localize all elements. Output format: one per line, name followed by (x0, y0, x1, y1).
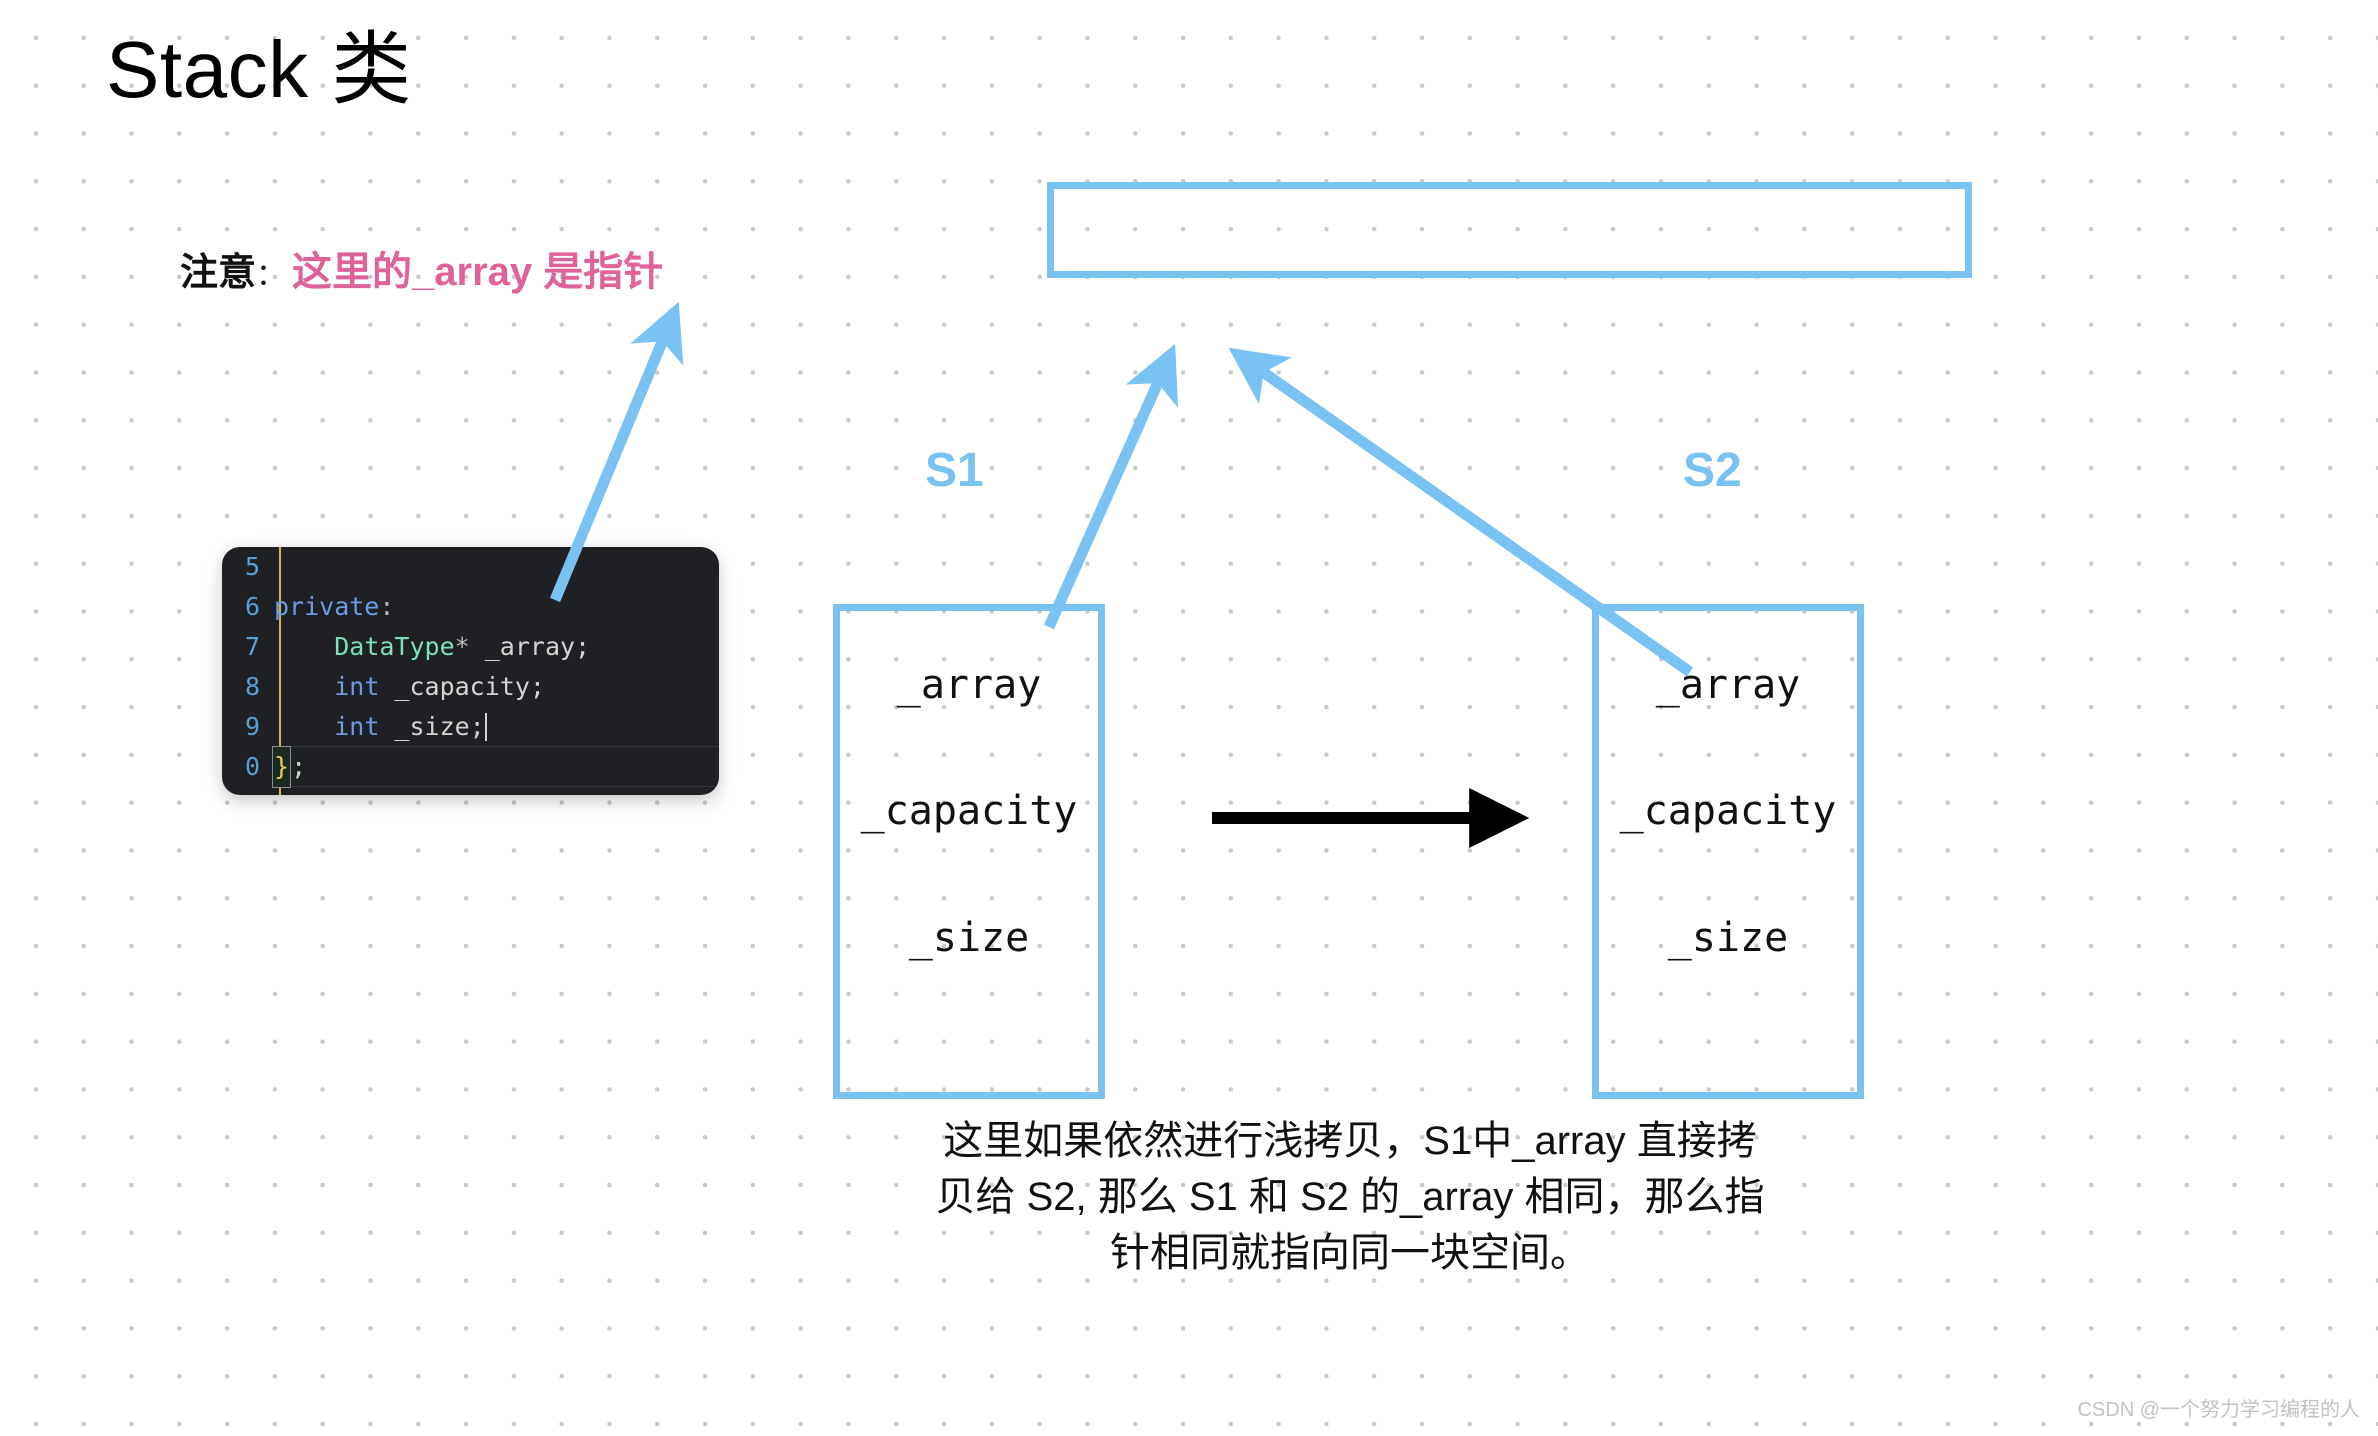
code-line-number: 7 (244, 632, 260, 661)
s2-field-capacity: _capacity (1619, 788, 1837, 834)
caption-line: 贝给 S2, 那么 S1 和 S2 的_array 相同，那么指 (935, 1175, 1765, 1219)
s1-field-array: _array (896, 662, 1042, 708)
code-line-number: 5 (244, 552, 260, 581)
code-line-number: 0 (244, 752, 260, 781)
caption-text: 这里如果依然进行浅拷贝，S1中_array 直接拷 贝给 S2, 那么 S1 和 … (845, 1113, 1855, 1281)
slide-canvas: Stack 类 注意 ： 这里的_array 是指针 5 6 private: 7 D… (0, 0, 2378, 1436)
code-line-number: 8 (244, 672, 260, 701)
watermark: CSDN @一个努力学习编程的人 (2077, 1399, 2360, 1421)
code-snippet-card: 5 6 private: 7 DataType* _array; 8 int _capa… (222, 547, 719, 795)
struct-label-s2: S2 (1683, 444, 1742, 497)
code-line-text: }; (272, 746, 306, 788)
s2-field-array: _array (1655, 662, 1801, 708)
code-line-text: int _capacity; (334, 672, 545, 701)
code-line-number: 1 (222, 787, 260, 795)
struct-label-s1: S1 (925, 444, 984, 497)
heap-memory-block (1047, 182, 1972, 278)
code-line: 6 private: (222, 587, 719, 627)
note-label: 注意 (180, 252, 257, 294)
s1-field-size: _size (908, 915, 1030, 961)
page-title: Stack 类 (106, 25, 412, 114)
code-line-text: private: (274, 592, 395, 621)
code-line-number: 9 (244, 712, 260, 741)
code-line: 5 (222, 547, 719, 587)
note-body-text: 这里的_array 是指针 (292, 250, 664, 294)
code-line: 1 (222, 787, 719, 795)
note-callout: 注意 ： 这里的_array 是指针 (180, 239, 663, 297)
code-line-text: int _size; (334, 712, 487, 741)
text-caret (484, 713, 487, 741)
code-line-number: 6 (244, 592, 260, 621)
caption-line: 这里如果依然进行浅拷贝，S1中_array 直接拷 (943, 1119, 1757, 1163)
code-line: 9 int _size; (222, 707, 719, 747)
code-lines: 5 6 private: 7 DataType* _array; 8 int _capa… (222, 547, 719, 795)
s1-field-capacity: _capacity (860, 788, 1078, 834)
code-line-text: DataType* _array; (334, 632, 591, 661)
note-colon: ： (256, 259, 287, 292)
code-line: 8 int _capacity; (222, 667, 719, 707)
code-snippet-body: 5 6 private: 7 DataType* _array; 8 int _capa… (222, 547, 719, 795)
arrow-s1-array-to-heap (1043, 343, 1179, 630)
s2-field-size: _size (1667, 915, 1789, 961)
code-line: 0}; (222, 746, 719, 788)
code-line: 7 DataType* _array; (222, 627, 719, 667)
caption-line: 针相同就指向同一块空间。 (1110, 1231, 1590, 1275)
